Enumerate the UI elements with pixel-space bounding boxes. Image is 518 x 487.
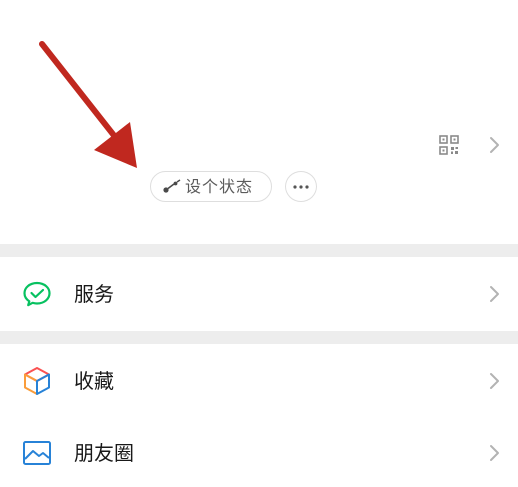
moments-photo-icon — [22, 438, 52, 468]
set-status-label: 设个状态 — [185, 176, 254, 196]
more-button[interactable] — [285, 171, 317, 202]
section-separator — [0, 331, 518, 344]
profile-page: 设个状态 服务 收藏 朋友圈 — [0, 0, 518, 487]
chevron-right-icon[interactable] — [486, 134, 502, 156]
list-item-label: 朋友圈 — [74, 440, 134, 465]
chevron-right-icon — [490, 286, 499, 302]
chevron-right-icon — [490, 444, 499, 461]
qr-code-icon — [439, 135, 459, 155]
set-status-button[interactable]: 设个状态 — [150, 171, 272, 202]
more-dots-icon — [293, 184, 309, 189]
section-separator — [0, 244, 518, 257]
qr-code-button[interactable] — [438, 134, 460, 156]
status-sparkle-icon — [162, 178, 182, 195]
list-item-favorites[interactable]: 收藏 — [0, 344, 518, 418]
list-item-moments[interactable]: 朋友圈 — [0, 418, 518, 487]
list-item-label: 服务 — [74, 282, 114, 306]
profile-header: 设个状态 — [0, 0, 518, 244]
chevron-right-icon — [490, 373, 499, 389]
list-item-label: 收藏 — [74, 369, 114, 393]
favorites-cube-icon — [22, 366, 52, 396]
list-item-services[interactable]: 服务 — [0, 257, 518, 331]
wechat-pay-icon — [22, 279, 52, 309]
annotation-arrow — [39, 41, 137, 168]
